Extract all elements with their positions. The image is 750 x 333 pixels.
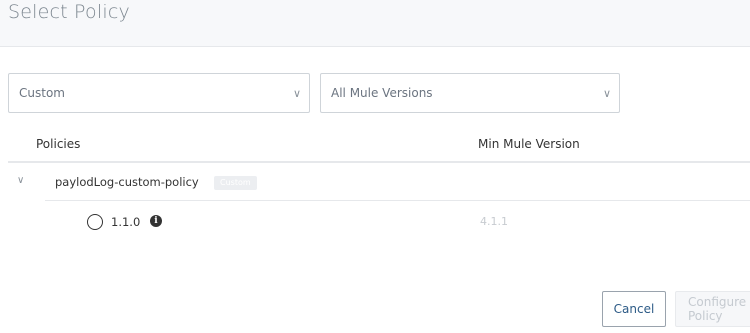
mule-version-value: All Mule Versions <box>331 86 433 100</box>
mule-version-select[interactable]: All Mule Versions ∨ <box>320 73 620 113</box>
policy-name: paylodLog-custom-policy <box>55 175 199 189</box>
configure-policy-button[interactable]: Configure Policy <box>675 291 750 327</box>
column-header-min-mule-version: Min Mule Version <box>478 137 580 151</box>
policy-type-value: Custom <box>19 86 65 100</box>
version-radio[interactable] <box>87 214 103 230</box>
chevron-down-icon[interactable]: ∨ <box>17 175 24 186</box>
min-mule-version-value: 4.1.1 <box>480 215 508 228</box>
policy-version-row[interactable]: 1.1.0 i 4.1.1 <box>8 204 750 240</box>
policy-type-select[interactable]: Custom ∨ <box>8 73 310 113</box>
row-divider <box>45 200 750 201</box>
custom-badge: Custom <box>214 176 257 190</box>
version-label: 1.1.0 <box>111 215 141 229</box>
cancel-button[interactable]: Cancel <box>602 291 666 327</box>
policy-row[interactable]: ∨ paylodLog-custom-policy Custom <box>8 164 750 200</box>
dialog-title: Select Policy <box>8 1 130 23</box>
chevron-down-icon: ∨ <box>292 86 302 100</box>
info-icon[interactable]: i <box>150 215 162 227</box>
chevron-down-icon: ∨ <box>602 86 612 100</box>
table-header-divider <box>8 161 750 163</box>
column-header-policies: Policies <box>36 137 81 151</box>
dialog-header: Select Policy <box>0 0 750 47</box>
